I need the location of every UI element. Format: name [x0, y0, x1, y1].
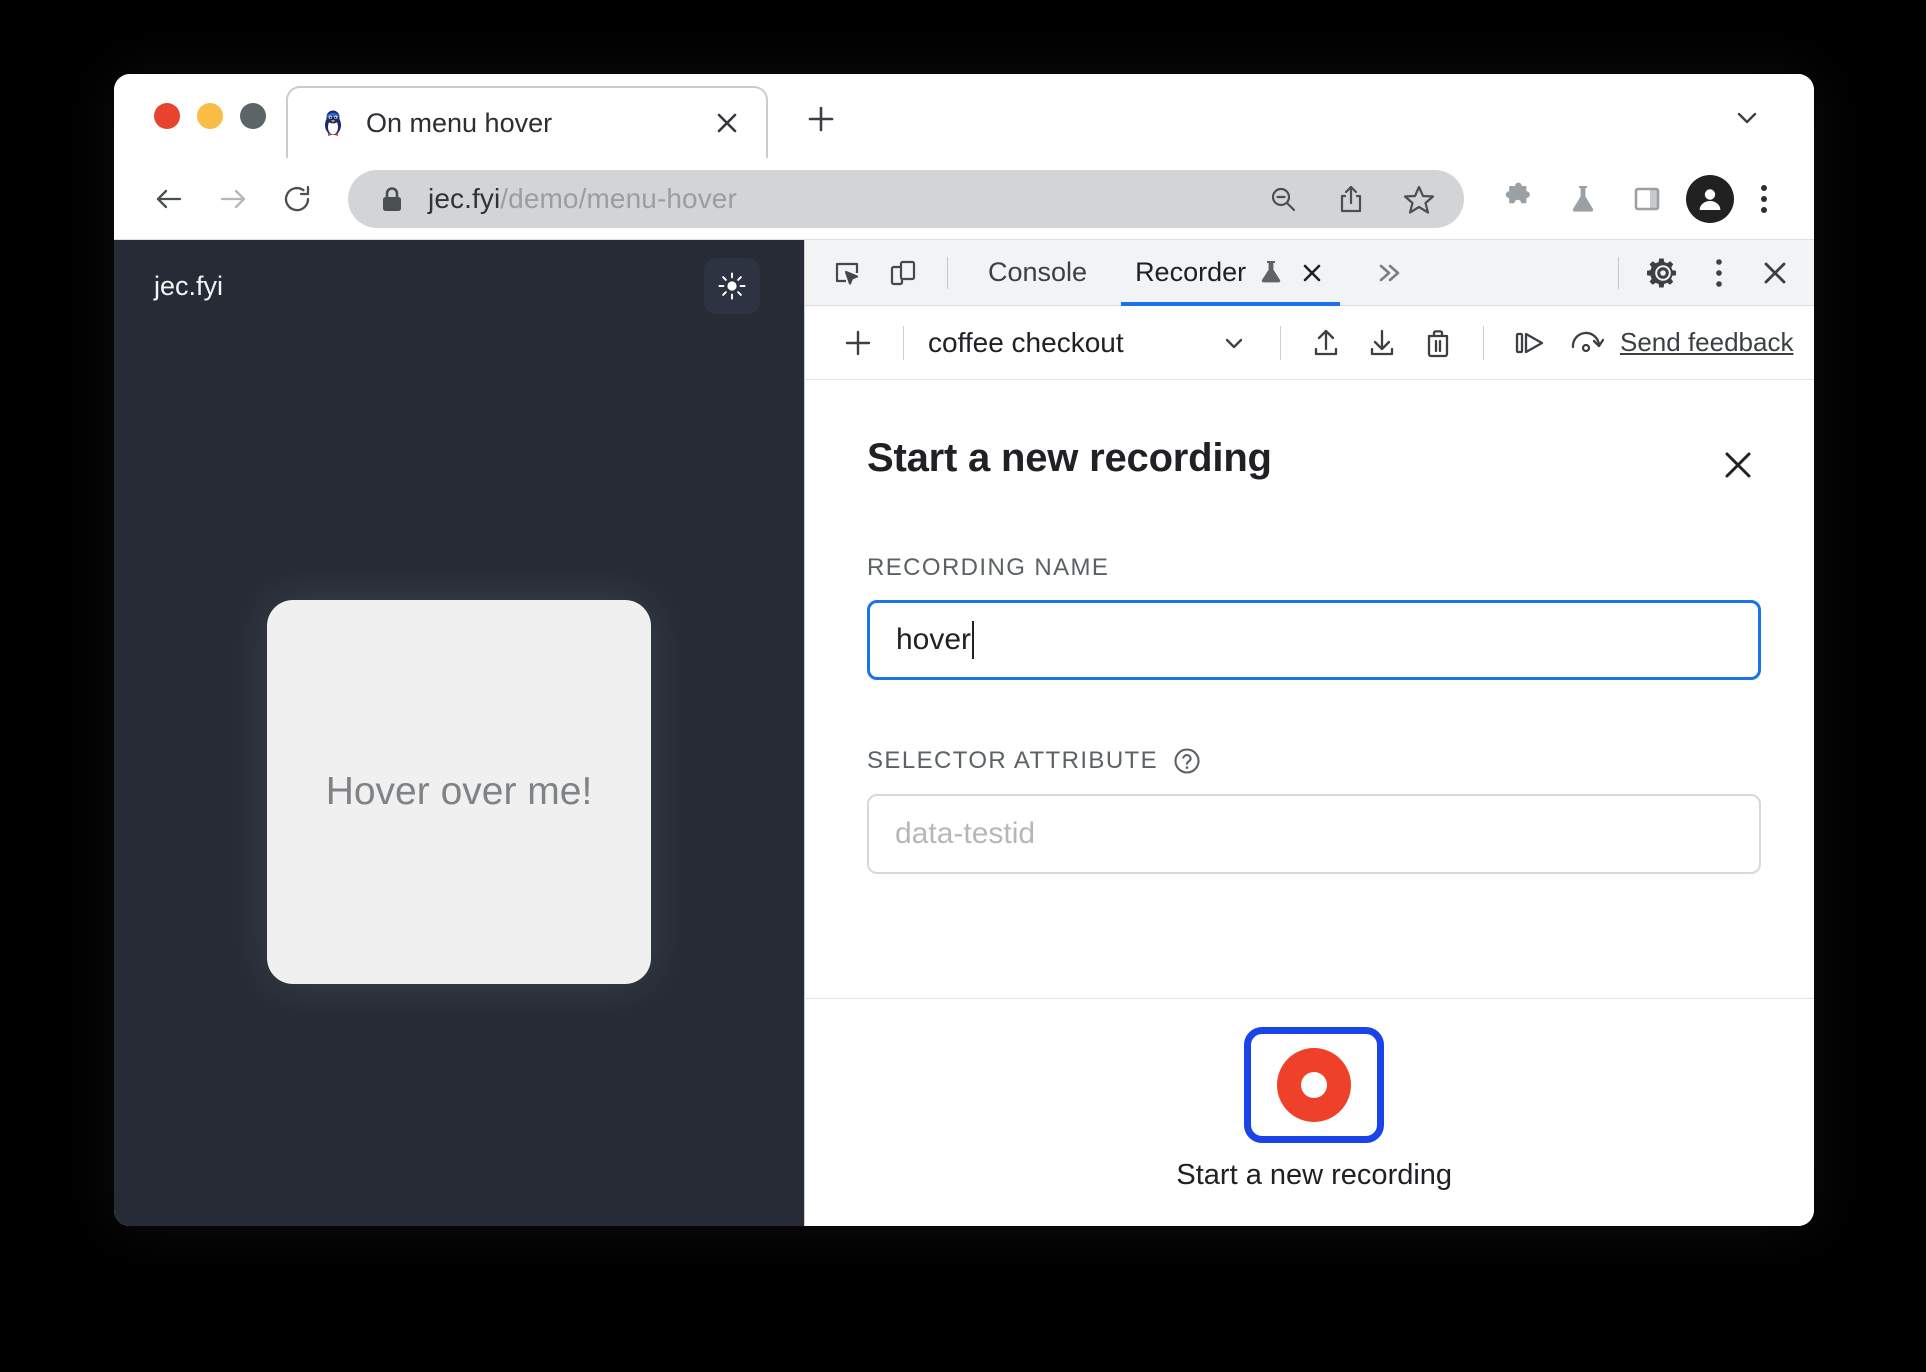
replay-speed-icon[interactable] — [1558, 316, 1616, 370]
plus-icon[interactable] — [794, 92, 848, 146]
step-replay-icon[interactable] — [1502, 316, 1556, 370]
selector-attribute-placeholder: data-testid — [895, 817, 1036, 850]
selector-attribute-label-text: SELECTOR ATTRIBUTE — [867, 747, 1159, 774]
viewport-row: jec.fyi Hover over me! Console Recorder … — [114, 240, 1814, 1226]
window-close-button[interactable] — [154, 103, 180, 129]
recorder-footer: Start a new recording — [805, 998, 1814, 1226]
hover-card-wrapper: Hover over me! — [114, 600, 804, 984]
close-icon[interactable] — [1749, 247, 1801, 299]
tab-console[interactable]: Console — [966, 240, 1109, 306]
forward-arrow-icon[interactable] — [204, 170, 262, 228]
close-icon[interactable] — [1715, 442, 1761, 488]
lock-icon — [380, 184, 406, 214]
penguin-favicon — [318, 108, 348, 138]
avatar-icon[interactable] — [1686, 174, 1734, 223]
recording-name-value: hover — [896, 623, 972, 656]
page-header: jec.fyi — [114, 240, 804, 332]
chevron-double-right-icon[interactable] — [1362, 247, 1414, 299]
window-minimize-button[interactable] — [197, 103, 223, 129]
trash-icon[interactable] — [1411, 316, 1465, 370]
devtools-tab-bar: Console Recorder — [805, 240, 1814, 306]
page-title: Start a new recording — [867, 436, 1272, 480]
panel-title-row: Start a new recording — [867, 436, 1761, 488]
selector-attribute-label: SELECTOR ATTRIBUTE — [867, 746, 1761, 776]
import-download-icon[interactable] — [1355, 316, 1409, 370]
toolbar-divider — [947, 256, 948, 289]
recording-select-label: coffee checkout — [928, 326, 1124, 358]
zoom-out-icon[interactable] — [1260, 176, 1306, 222]
back-arrow-icon[interactable] — [140, 170, 198, 228]
recording-name-input[interactable]: hover — [867, 600, 1762, 680]
gear-icon[interactable] — [1637, 247, 1689, 299]
side-panel-icon[interactable] — [1618, 170, 1676, 228]
chevron-down-icon[interactable] — [1212, 321, 1256, 365]
tab-recorder[interactable]: Recorder — [1113, 240, 1348, 306]
recorder-toolbar: coffee checkout Send feedback — [805, 306, 1814, 380]
puzzle-icon[interactable] — [1490, 170, 1548, 228]
tab-console-label: Console — [988, 257, 1088, 287]
close-icon[interactable] — [710, 106, 744, 140]
web-page-content: jec.fyi Hover over me! — [114, 240, 804, 1226]
browser-window: On menu hover jec.fyi/demo/menu-hover je… — [114, 74, 1814, 1226]
text-caret — [972, 621, 975, 659]
devtools-panel: Console Recorder coffee checkout Send fe… — [804, 240, 1814, 1226]
address-bar-path: /demo/menu-hover — [500, 182, 737, 214]
send-feedback-link[interactable]: Send feedback — [1620, 327, 1793, 358]
browser-toolbar: jec.fyi/demo/menu-hover — [114, 158, 1814, 240]
inspect-element-icon[interactable] — [821, 247, 873, 299]
recorder-divider-3 — [1483, 325, 1484, 360]
browser-tab-active[interactable]: On menu hover — [286, 86, 768, 158]
tab-strip: On menu hover — [114, 74, 1814, 158]
hover-card-label: Hover over me! — [325, 770, 593, 813]
close-icon[interactable] — [1298, 259, 1326, 287]
address-bar[interactable]: jec.fyi/demo/menu-hover — [348, 169, 1464, 228]
browser-tab-title: On menu hover — [366, 107, 553, 138]
recording-name-label-text: RECORDING NAME — [867, 554, 1110, 581]
toolbar-divider-right — [1618, 256, 1620, 289]
recorder-main-panel: Start a new recording RECORDING NAME hov… — [805, 380, 1814, 1226]
recorder-divider-1 — [903, 325, 904, 360]
star-icon[interactable] — [1396, 176, 1442, 222]
flask-icon[interactable] — [1554, 170, 1612, 228]
sun-icon[interactable] — [704, 258, 760, 314]
window-traffic-lights — [114, 74, 286, 158]
start-recording-caption: Start a new recording — [1176, 1159, 1453, 1191]
reload-icon[interactable] — [268, 170, 326, 228]
chevron-down-icon[interactable] — [1720, 90, 1774, 144]
recorder-divider-2 — [1280, 325, 1281, 360]
recording-name-label: RECORDING NAME — [867, 554, 1761, 582]
recording-select[interactable]: coffee checkout — [922, 316, 1262, 370]
new-recording-form: Start a new recording RECORDING NAME hov… — [805, 380, 1814, 998]
record-circle-icon — [1277, 1048, 1352, 1122]
help-circle-icon[interactable] — [1172, 746, 1202, 776]
hover-target-card[interactable]: Hover over me! — [267, 600, 651, 984]
address-bar-host: jec.fyi — [428, 182, 501, 214]
selector-attribute-input[interactable]: data-testid — [867, 794, 1762, 874]
record-circle-hole — [1301, 1072, 1328, 1098]
device-toolbar-icon[interactable] — [877, 247, 929, 299]
window-maximize-button[interactable] — [240, 103, 266, 129]
address-bar-url: jec.fyi/demo/menu-hover — [428, 183, 1238, 215]
three-dot-menu-icon[interactable] — [1744, 170, 1784, 228]
tab-recorder-label: Recorder — [1135, 257, 1247, 287]
flask-icon — [1259, 258, 1285, 288]
plus-icon[interactable] — [831, 316, 885, 370]
page-brand[interactable]: jec.fyi — [154, 271, 223, 302]
screenshot-root: On menu hover jec.fyi/demo/menu-hover je… — [0, 0, 1926, 1372]
share-icon[interactable] — [1328, 176, 1374, 222]
start-recording-button[interactable] — [1244, 1027, 1385, 1143]
three-dot-menu-icon[interactable] — [1693, 247, 1745, 299]
export-upload-icon[interactable] — [1299, 316, 1353, 370]
